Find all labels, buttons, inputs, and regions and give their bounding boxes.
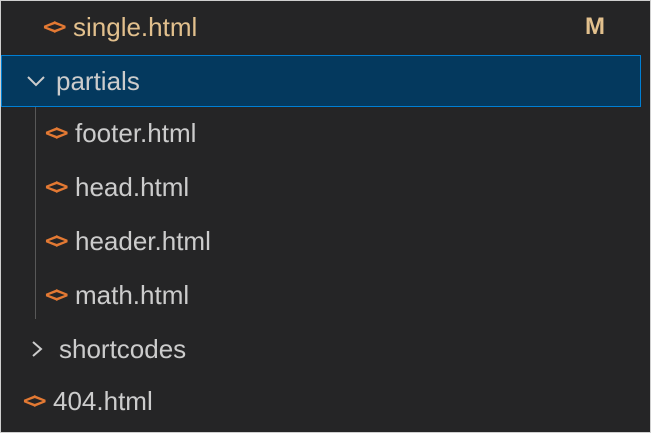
file-explorer-tree: <> single.html M partials <> footer.html… (0, 0, 651, 433)
html-file-icon: <> (45, 282, 69, 308)
tree-item-footer-html[interactable]: <> footer.html (1, 107, 641, 159)
tree-item-label: 404.html (53, 385, 153, 416)
tree-item-label: shortcodes (59, 333, 187, 364)
tree-item-label: partials (56, 65, 140, 96)
tree-item-single-html[interactable]: <> single.html M (1, 1, 641, 53)
tree-item-label: header.html (75, 225, 211, 256)
html-file-icon: <> (45, 174, 69, 200)
tree-item-label: footer.html (75, 117, 197, 148)
tree-item-label: math.html (75, 279, 190, 310)
chevron-right-icon[interactable] (29, 339, 59, 359)
tree-item-404-html[interactable]: <> 404.html (1, 375, 641, 427)
html-file-icon: <> (43, 14, 67, 40)
html-file-icon: <> (45, 120, 69, 146)
tree-folder-shortcodes[interactable]: shortcodes (1, 323, 641, 375)
tree-folder-partials[interactable]: partials (1, 55, 641, 107)
tree-item-header-html[interactable]: <> header.html (1, 215, 641, 267)
chevron-down-icon[interactable] (26, 74, 56, 88)
html-file-icon: <> (23, 388, 47, 414)
modified-badge: M (585, 13, 605, 40)
tree-item-label: single.html (73, 11, 198, 42)
tree-item-head-html[interactable]: <> head.html (1, 161, 641, 213)
tree-item-math-html[interactable]: <> math.html (1, 269, 641, 321)
html-file-icon: <> (45, 228, 69, 254)
tree-item-label: head.html (75, 171, 190, 202)
